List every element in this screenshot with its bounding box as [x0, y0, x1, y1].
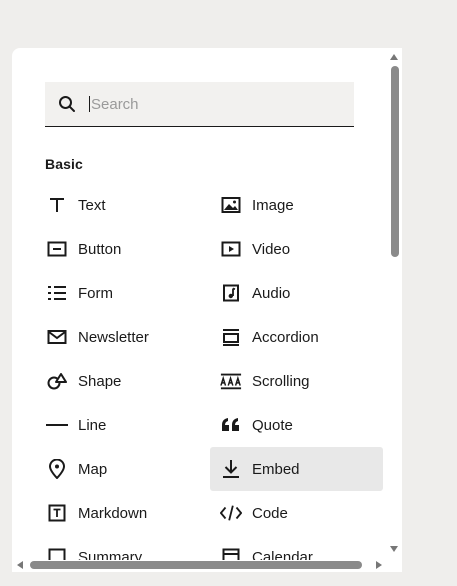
block-item-button[interactable]: Button — [36, 227, 209, 271]
block-item-newsletter[interactable]: Newsletter — [36, 315, 209, 359]
image-icon — [220, 194, 242, 216]
vertical-scrollbar-thumb[interactable] — [391, 66, 399, 257]
horizontal-scrollbar-thumb[interactable] — [30, 561, 362, 569]
shape-icon — [46, 370, 68, 392]
block-item-summary[interactable]: Summary — [36, 535, 209, 560]
audio-icon — [220, 282, 242, 304]
accordion-icon — [220, 326, 242, 348]
block-item-label: Summary — [78, 548, 143, 561]
summary-icon — [46, 546, 68, 560]
block-item-code[interactable]: Code — [210, 491, 383, 535]
search-icon — [57, 94, 77, 114]
quote-icon — [220, 414, 242, 436]
block-item-label: Embed — [252, 460, 300, 478]
form-icon — [46, 282, 68, 304]
block-item-embed[interactable]: Embed — [210, 447, 383, 491]
block-item-label: Map — [78, 460, 108, 478]
block-item-label: Text — [78, 196, 106, 214]
embed-icon — [220, 458, 242, 480]
block-item-label: Shape — [78, 372, 122, 390]
calendar-icon — [220, 546, 242, 560]
block-item-label: Image — [252, 196, 294, 214]
block-item-label: Form — [78, 284, 113, 302]
search-input[interactable] — [90, 89, 321, 119]
block-item-accordion[interactable]: Accordion — [210, 315, 383, 359]
code-icon — [220, 502, 242, 524]
line-icon — [46, 414, 68, 436]
block-item-line[interactable]: Line — [36, 403, 209, 447]
block-item-label: Newsletter — [78, 328, 149, 346]
map-pin-icon — [46, 458, 68, 480]
block-item-label: Line — [78, 416, 107, 434]
block-item-markdown[interactable]: Markdown — [36, 491, 209, 535]
block-item-text[interactable]: Text — [36, 183, 209, 227]
block-item-image[interactable]: Image — [210, 183, 383, 227]
block-item-video[interactable]: Video — [210, 227, 383, 271]
video-icon — [220, 238, 242, 260]
block-list-viewport: Basic Text Image Button Video — [12, 48, 390, 560]
scroll-right-arrow-icon[interactable] — [376, 561, 382, 569]
block-item-shape[interactable]: Shape — [36, 359, 209, 403]
block-item-scrolling[interactable]: Scrolling — [210, 359, 383, 403]
scroll-up-arrow-icon[interactable] — [390, 54, 398, 60]
block-item-label: Code — [252, 504, 288, 522]
block-item-label: Scrolling — [252, 372, 310, 390]
block-item-label: Quote — [252, 416, 293, 434]
scrolling-icon — [220, 370, 242, 392]
block-item-audio[interactable]: Audio — [210, 271, 383, 315]
scroll-left-arrow-icon[interactable] — [17, 561, 23, 569]
block-picker-panel: Basic Text Image Button Video — [12, 48, 402, 572]
block-item-quote[interactable]: Quote — [210, 403, 383, 447]
block-item-label: Audio — [252, 284, 291, 302]
block-item-form[interactable]: Form — [36, 271, 209, 315]
block-item-calendar[interactable]: Calendar — [210, 535, 383, 560]
button-icon — [46, 238, 68, 260]
text-icon — [46, 194, 68, 216]
block-item-label: Video — [252, 240, 291, 258]
newsletter-icon — [46, 326, 68, 348]
scroll-down-arrow-icon[interactable] — [390, 546, 398, 552]
section-title-basic: Basic — [45, 156, 83, 172]
block-item-map[interactable]: Map — [36, 447, 209, 491]
markdown-icon — [46, 502, 68, 524]
block-item-label: Markdown — [78, 504, 148, 522]
block-item-label: Calendar — [252, 548, 313, 561]
search-field[interactable] — [45, 82, 354, 127]
block-item-label: Button — [78, 240, 122, 258]
block-item-label: Accordion — [252, 328, 319, 346]
